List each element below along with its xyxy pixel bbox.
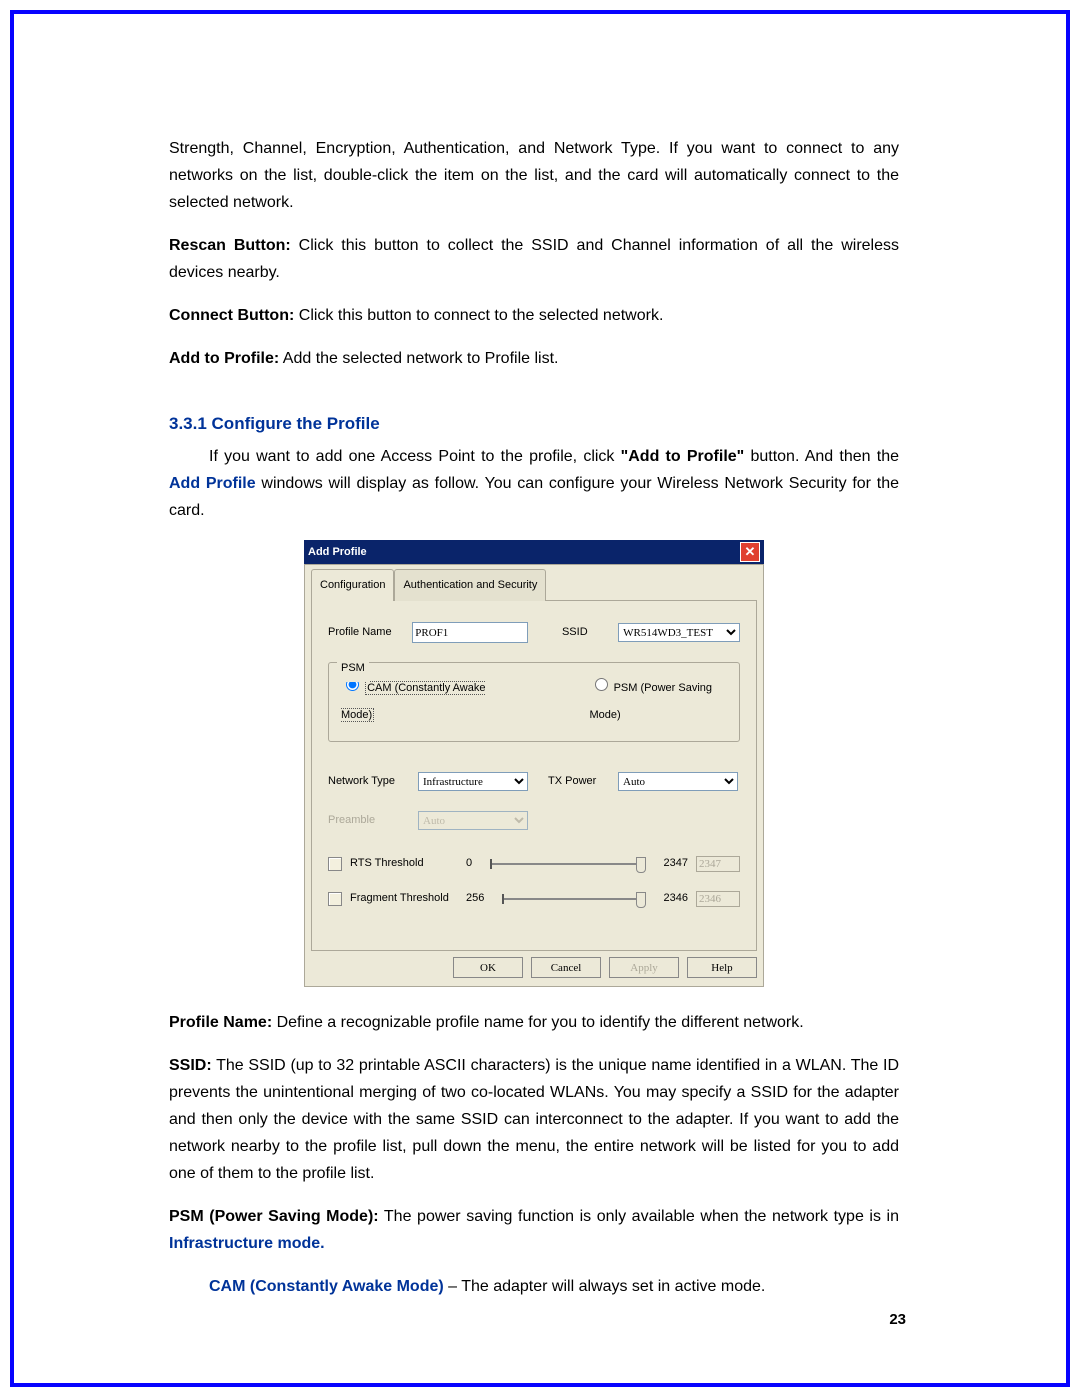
tx-power-select[interactable]: Auto: [618, 772, 738, 791]
psm-legend: PSM: [337, 655, 369, 682]
cam-radio[interactable]: CAM (Constantly Awake Mode): [341, 675, 500, 729]
profile-name-def: Profile Name: Define a recognizable prof…: [169, 1009, 899, 1036]
frag-max: 2346: [664, 885, 688, 912]
infrastructure-mode-link: Infrastructure mode.: [169, 1235, 325, 1252]
psm-group: PSM CAM (Constantly Awake Mode) PSM (Pow…: [328, 662, 740, 742]
network-type-select[interactable]: Infrastructure: [418, 772, 528, 791]
rescan-paragraph: Rescan Button: Click this button to coll…: [169, 232, 899, 286]
cam-def: CAM (Constantly Awake Mode) – The adapte…: [169, 1273, 899, 1300]
page-border: Strength, Channel, Encryption, Authentic…: [10, 10, 1070, 1387]
rescan-label: Rescan Button:: [169, 237, 291, 254]
preamble-select: Auto: [418, 811, 528, 830]
add-profile-dialog: Add Profile ✕ Configuration Authenticati…: [304, 540, 764, 987]
rts-checkbox[interactable]: [328, 857, 342, 871]
add-profile-link: Add Profile: [169, 475, 256, 492]
frag-checkbox[interactable]: [328, 892, 342, 906]
tab-authentication[interactable]: Authentication and Security: [394, 569, 546, 601]
cancel-button[interactable]: Cancel: [531, 957, 601, 978]
rts-value: 2347: [696, 856, 740, 872]
tab-panel: Profile Name SSID WR514WD3_TEST PSM CAM …: [311, 600, 757, 951]
addprofile-text: Add the selected network to Profile list…: [279, 350, 558, 367]
psm-def: PSM (Power Saving Mode): The power savin…: [169, 1203, 899, 1257]
connect-paragraph: Connect Button: Click this button to con…: [169, 302, 899, 329]
preamble-label: Preamble: [328, 807, 418, 834]
rts-max: 2347: [664, 850, 688, 877]
ssid-def: SSID: The SSID (up to 32 printable ASCII…: [169, 1052, 899, 1187]
ssid-label: SSID: [562, 619, 618, 646]
page-content: Strength, Channel, Encryption, Authentic…: [169, 119, 899, 1316]
page-number: 23: [889, 1311, 906, 1328]
network-type-label: Network Type: [328, 768, 418, 795]
help-button[interactable]: Help: [687, 957, 757, 978]
top-paragraph: Strength, Channel, Encryption, Authentic…: [169, 135, 899, 216]
ssid-select[interactable]: WR514WD3_TEST: [618, 623, 740, 642]
frag-min: 256: [466, 885, 484, 912]
frag-slider[interactable]: [502, 898, 645, 900]
rts-min: 0: [466, 850, 472, 877]
rts-label: RTS Threshold: [350, 850, 458, 877]
frag-value: 2346: [696, 891, 740, 907]
section-heading: 3.3.1 Configure the Profile: [169, 410, 899, 437]
close-icon[interactable]: ✕: [740, 542, 760, 562]
apply-button: Apply: [609, 957, 679, 978]
connect-label: Connect Button:: [169, 307, 294, 324]
rts-slider[interactable]: [490, 863, 645, 865]
profile-name-label: Profile Name: [328, 619, 412, 646]
dialog-title: Add Profile: [308, 540, 367, 564]
tab-configuration[interactable]: Configuration: [311, 569, 394, 601]
psm-radio[interactable]: PSM (Power Saving Mode): [590, 675, 727, 729]
ok-button[interactable]: OK: [453, 957, 523, 978]
tx-power-label: TX Power: [548, 768, 618, 795]
connect-text: Click this button to connect to the sele…: [294, 307, 663, 324]
intro-paragraph: If you want to add one Access Point to t…: [169, 443, 899, 524]
addprofile-label: Add to Profile:: [169, 350, 279, 367]
dialog-titlebar[interactable]: Add Profile ✕: [304, 540, 764, 564]
profile-name-input[interactable]: [412, 622, 528, 643]
addprofile-paragraph: Add to Profile: Add the selected network…: [169, 345, 899, 372]
frag-label: Fragment Threshold: [350, 885, 458, 912]
